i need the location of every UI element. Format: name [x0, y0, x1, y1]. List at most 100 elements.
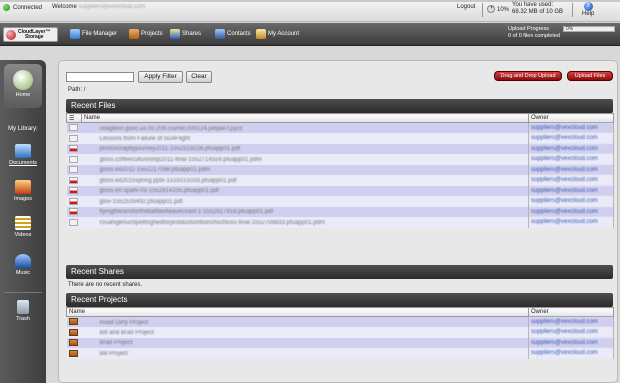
nav-label: Projects	[141, 31, 163, 37]
table-row[interactable]: Brad Project suppliers@vexcloud.com	[66, 337, 614, 348]
nav-shares[interactable]: Shares	[170, 29, 201, 39]
table-row[interactable]: glov-1552516492.pfuapp01.pdf suppliers@ve…	[66, 196, 614, 207]
table-row[interactable]: flyingthesinsforthebattleofwavecoast-1-1…	[66, 206, 614, 217]
table-row[interactable]: Bill Project suppliers@vexcloud.com	[66, 348, 614, 359]
sidebar: Home My Library: Documents Images Videos…	[0, 60, 46, 383]
connected-icon	[3, 4, 10, 11]
file-name-cell[interactable]: rosahigenuchpelfinghedtorprotdustumbunch…	[66, 217, 529, 228]
table-row[interactable]: Bill and Brad Project suppliers@vexcloud.…	[66, 327, 614, 338]
table-row[interactable]: photoscrapbyjourney2011-1552519226.pfuap…	[66, 143, 614, 154]
file-name[interactable]: gloss.ed2011-1552217098.pfuapp01.pdm	[100, 167, 211, 173]
upload-progress: Upload Progress 0 of 0 files completed	[508, 26, 560, 40]
file-name-cell[interactable]: photoscrapbyjourney2011-1552519226.pfuap…	[66, 143, 529, 154]
owner-cell: suppliers@vexcloud.com	[528, 196, 614, 207]
project-name[interactable]: Bill Project	[100, 351, 128, 357]
pdf-file-icon	[68, 176, 78, 184]
table-row[interactable]: Road Dirty Project suppliers@vexcloud.com	[66, 316, 614, 327]
project-name[interactable]: Road Dirty Project	[100, 320, 149, 326]
storage-used: You have used: 68.32 MB of 10 GB	[512, 2, 563, 16]
table-row[interactable]: gloss.ed2015spring.pptx-1519151033.pfuap…	[66, 175, 614, 186]
project-name-cell[interactable]: Brad Project	[66, 337, 529, 348]
owner-cell: suppliers@vexcloud.com	[528, 164, 614, 175]
home-item[interactable]: Home	[0, 70, 46, 98]
owner-cell: suppliers@vexcloud.com	[528, 175, 614, 186]
help-button[interactable]: ? Help	[582, 2, 594, 17]
upload-files-button[interactable]: Upload Files	[567, 71, 613, 81]
nav-projects[interactable]: Projects	[129, 29, 163, 39]
table-row[interactable]: Lessons from Failure of 5G4Flight supplie…	[66, 133, 614, 144]
file-name-cell[interactable]: flyingthesinsforthebattleofwavecoast-1-1…	[66, 206, 529, 217]
drag-drop-upload-button[interactable]: Drag and Drop Upload	[494, 71, 562, 81]
logout-link[interactable]: Logout	[457, 4, 475, 10]
table-row[interactable]: ceagleon.gsoc.us.00.209.csvnet.000124.pi…	[66, 122, 614, 133]
recent-files-body: ceagleon.gsoc.us.00.209.csvnet.000124.pi…	[66, 122, 614, 228]
file-name[interactable]: ceagleon.gsoc.us.00.209.csvnet.000124.pi…	[100, 126, 243, 132]
cloudlayer-logo[interactable]: CloudLayer™ Storage	[3, 27, 58, 42]
file-name-cell[interactable]: gloss.ed2015spring.pptx-1519151033.pfuap…	[66, 175, 529, 186]
used-label: You have used:	[512, 2, 554, 8]
nav-file-manager[interactable]: File Manager	[70, 29, 117, 39]
file-name[interactable]: photoscrapbyjourney2011-1552519226.pfuap…	[100, 146, 241, 152]
sidebar-item-label: Videos	[14, 232, 32, 238]
sidebar-item-trash[interactable]: Trash	[0, 300, 46, 322]
file-name[interactable]: Lessons from Failure of 5G4Flight	[100, 136, 190, 142]
owner-cell: suppliers@vexcloud.com	[528, 206, 614, 217]
file-name-cell[interactable]: gloss.ed2011-1552217098.pfuapp01.pdm	[66, 164, 529, 175]
home-label: Home	[15, 92, 31, 98]
clear-button[interactable]: Clear	[186, 71, 212, 83]
help-label: Help	[582, 11, 595, 17]
document-file-icon	[68, 155, 78, 163]
file-name[interactable]: gloss.coffeecultureship2011-final-155271…	[100, 157, 262, 163]
pdf-file-icon	[68, 197, 78, 205]
project-name[interactable]: Brad Project	[100, 340, 133, 346]
file-name-cell[interactable]: ceagleon.gsoc.us.00.209.csvnet.000124.pi…	[66, 122, 529, 133]
project-name-cell[interactable]: Bill and Brad Project	[66, 327, 529, 338]
top-status-bar: Connected Welcome suppliers@vexcloud.com…	[0, 0, 620, 22]
sidebar-item-videos[interactable]: Videos	[0, 216, 46, 238]
path-value[interactable]: /	[84, 87, 86, 93]
recent-files-table: ☰ Name Owner ceagleon.gsoc.us.00.209.csv…	[66, 113, 614, 228]
nav-my-account[interactable]: My Account	[256, 29, 299, 39]
file-name[interactable]: flyingthesinsforthebattleofwavecoast-1-1…	[100, 209, 274, 215]
apply-filter-button[interactable]: Apply Filter	[138, 71, 183, 83]
file-name[interactable]: gloss.ed2015spring.pptx-1519151033.pfuap…	[100, 178, 237, 184]
upload-status: 0 of 0 files completed	[508, 33, 560, 39]
sidebar-item-images[interactable]: Images	[0, 180, 46, 202]
nav-contacts[interactable]: Contacts	[215, 29, 251, 39]
file-name-cell[interactable]: gloss.coffeecultureship2011-final-155271…	[66, 154, 529, 165]
column-owner[interactable]: Owner	[528, 307, 614, 317]
file-name[interactable]: rosahigenuchpelfinghedtorprotdustumbunch…	[100, 220, 326, 226]
project-folder-icon	[68, 318, 78, 326]
used-value: 68.32 MB of 10 GB	[512, 9, 564, 15]
table-row[interactable]: gloss.en.spark-03-1552814105.pfuapp01.pd…	[66, 185, 614, 196]
owner-cell: suppliers@vexcloud.com	[528, 217, 614, 228]
owner-cell: suppliers@vexcloud.com	[528, 154, 614, 165]
my-account-icon	[256, 29, 266, 39]
owner-cell: suppliers@vexcloud.com	[528, 133, 614, 144]
logo-icon	[6, 29, 16, 40]
connection-status: Connected	[3, 4, 42, 11]
column-owner[interactable]: Owner	[528, 113, 614, 123]
file-name-cell[interactable]: Lessons from Failure of 5G4Flight	[66, 133, 529, 144]
project-folder-icon	[68, 339, 78, 347]
column-menu-icon[interactable]: ☰	[66, 113, 82, 123]
table-row[interactable]: gloss.ed2011-1552217098.pfuapp01.pdm supp…	[66, 164, 614, 175]
main-panel: Apply Filter Clear Drag and Drop Upload …	[58, 60, 618, 383]
home-icon	[13, 70, 33, 90]
file-name-cell[interactable]: gloss.en.spark-03-1552814105.pfuapp01.pd…	[66, 185, 529, 196]
table-row[interactable]: rosahigenuchpelfinghedtorprotdustumbunch…	[66, 217, 614, 228]
document-file-icon	[68, 134, 78, 142]
table-row[interactable]: gloss.coffeecultureship2011-final-155271…	[66, 154, 614, 165]
recent-files-title: Recent Files	[66, 99, 613, 113]
project-name-cell[interactable]: Road Dirty Project	[66, 316, 529, 327]
filter-input[interactable]	[66, 72, 134, 82]
file-name[interactable]: glov-1552516492.pfuapp01.pdf	[100, 199, 183, 205]
project-name[interactable]: Bill and Brad Project	[100, 330, 154, 336]
sidebar-item-documents[interactable]: Documents	[0, 144, 46, 166]
project-name-cell[interactable]: Bill Project	[66, 348, 529, 359]
column-name[interactable]: Name	[66, 307, 529, 317]
column-name[interactable]: Name	[81, 113, 529, 123]
sidebar-item-music[interactable]: Music	[0, 254, 46, 276]
file-name-cell[interactable]: glov-1552516492.pfuapp01.pdf	[66, 196, 529, 207]
file-name[interactable]: gloss.en.spark-03-1552814105.pfuapp01.pd…	[100, 188, 219, 194]
